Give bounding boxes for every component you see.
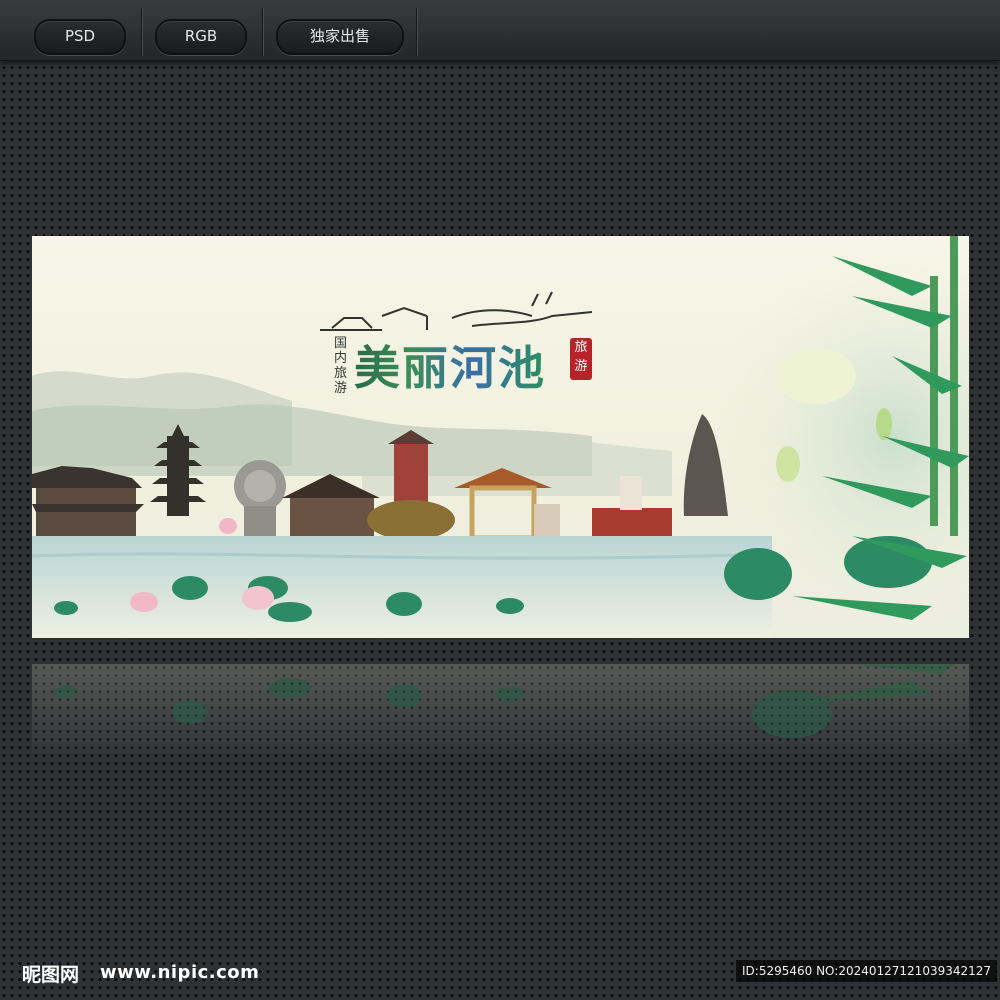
- toolbar-divider: [416, 8, 417, 56]
- lake: [32, 536, 772, 638]
- format-psd-button[interactable]: PSD: [34, 19, 126, 55]
- toolbar-divider: [141, 8, 142, 56]
- color-mode-rgb-button[interactable]: RGB: [155, 19, 247, 55]
- exclusive-sale-button[interactable]: 独家出售: [276, 19, 404, 55]
- poster-illustration: [32, 236, 969, 638]
- poster-preview: 国内旅游 美丽河池 旅游: [32, 236, 969, 638]
- poster-reflection: [32, 664, 969, 764]
- nipic-url: www.nipic.com: [100, 962, 260, 983]
- reflection-illustration: [54, 664, 955, 738]
- toolbar-divider: [262, 8, 263, 56]
- nipic-logo: 昵图网: [22, 964, 80, 986]
- top-toolbar: PSD RGB 独家出售: [0, 0, 1000, 61]
- ink-sketch: [320, 291, 593, 331]
- poster-subtitle: 国内旅游: [334, 336, 348, 396]
- poster-title: 美丽河池: [354, 332, 546, 398]
- image-id-label: ID:5295460 NO:20240127121039342127: [736, 960, 998, 982]
- red-seal: 旅游: [570, 338, 592, 380]
